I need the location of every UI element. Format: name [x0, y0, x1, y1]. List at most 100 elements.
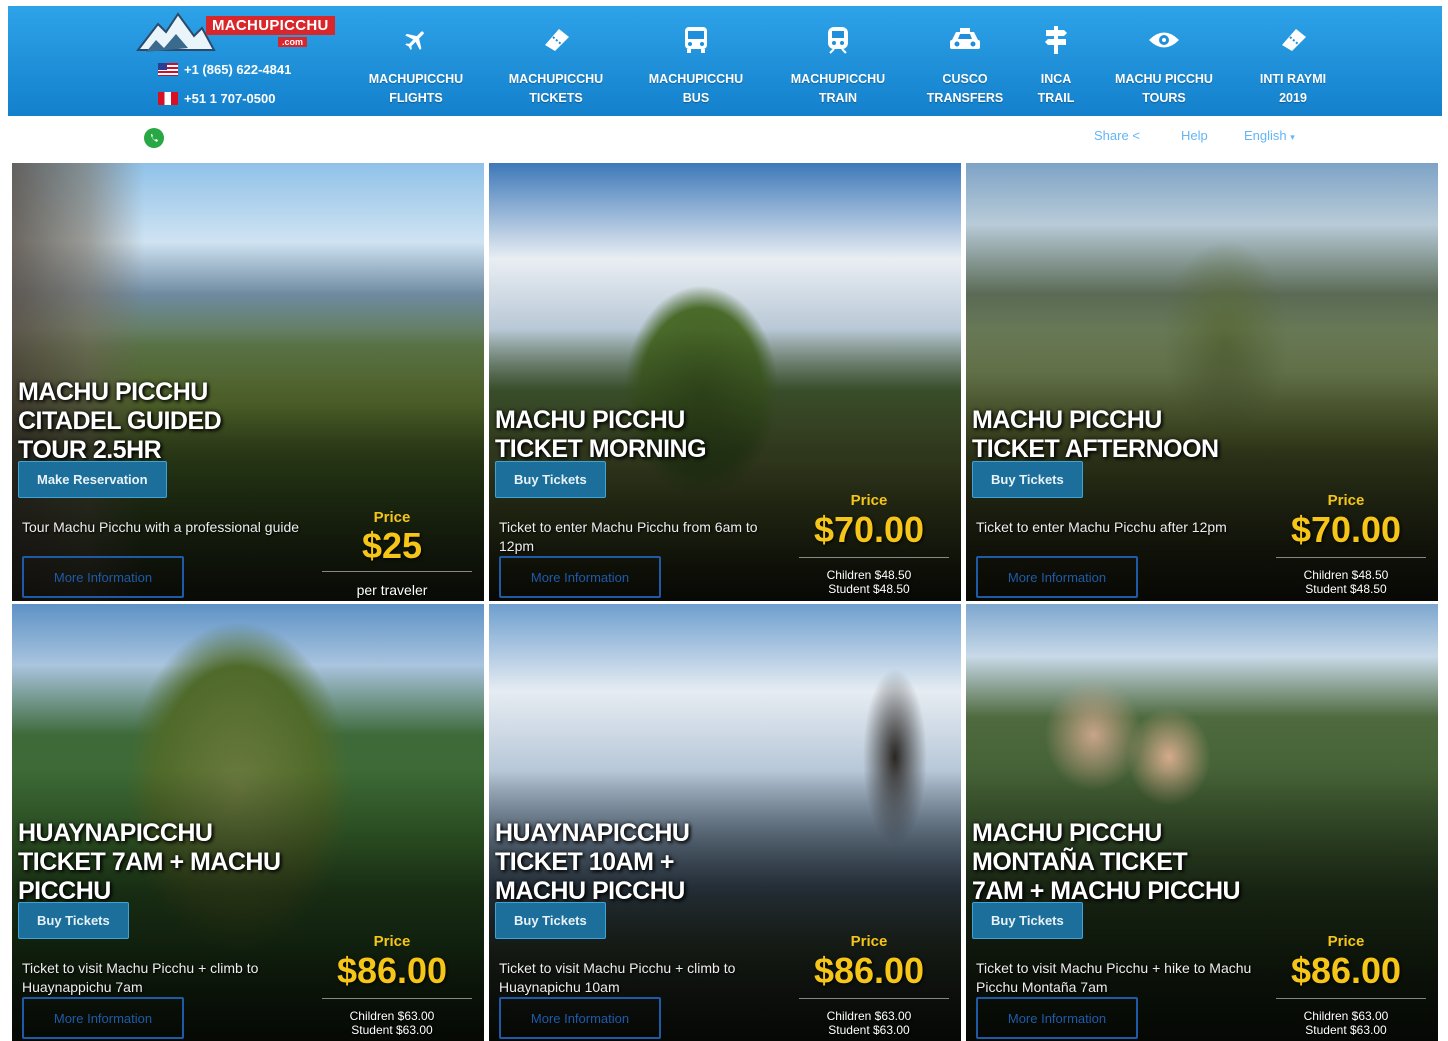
price-value: $86.00: [1290, 950, 1402, 991]
more-information-button[interactable]: More Information: [22, 997, 184, 1039]
price-student: Student $63.00: [1305, 1023, 1387, 1037]
price-divider: [322, 998, 472, 999]
card-title: HUAYNAPICCHU TICKET 7AM + MACHU PICCHU: [18, 819, 281, 905]
car-icon: [948, 26, 982, 54]
nav-label: MACHU PICCHU TOURS: [1115, 72, 1213, 105]
nav-label: MACHUPICCHU TRAIN: [790, 72, 886, 105]
nav-label: MACHUPICCHU BUS: [648, 72, 744, 105]
nav-transfers[interactable]: CUSCO TRANSFERS: [910, 6, 1020, 116]
card-description: Ticket to visit Machu Picchu + hike to M…: [976, 960, 1252, 995]
more-information-button[interactable]: More Information: [22, 556, 184, 598]
price-value: $86.00: [813, 950, 925, 991]
buy-tickets-button[interactable]: Buy Tickets: [972, 902, 1083, 939]
logo-text: MACHUPICCHU: [206, 16, 335, 35]
phone-us[interactable]: +1 (865) 622-4841: [158, 62, 291, 77]
price-label: Price: [850, 933, 888, 950]
card-description: Ticket to visit Machu Picchu + climb to …: [499, 960, 736, 995]
language-dropdown[interactable]: English ▾: [1244, 128, 1295, 143]
product-card: HUAYNAPICCHU TICKET 10AM + MACHU PICCHU …: [489, 604, 961, 1041]
more-information-button[interactable]: More Information: [499, 997, 661, 1039]
nav-tickets[interactable]: MACHUPICCHU TICKETS: [496, 6, 616, 116]
plane-icon: [403, 26, 429, 54]
card-title: MACHU PICCHU TICKET MORNING: [495, 406, 707, 463]
more-information-button[interactable]: More Information: [976, 556, 1138, 598]
mountain-logo-icon: [136, 12, 216, 52]
whatsapp-icon[interactable]: [144, 128, 164, 148]
logo-suffix: .com: [278, 37, 308, 47]
train-icon: [824, 26, 852, 54]
card-description: Ticket to visit Machu Picchu + climb to …: [22, 960, 259, 995]
price-value: $86.00: [336, 950, 448, 991]
card-description: Ticket to enter Machu Picchu from 6am to…: [499, 519, 758, 554]
price-label: Price: [850, 492, 888, 509]
peru-flag-icon: [158, 92, 178, 105]
price-children: Children $48.50: [826, 568, 912, 582]
nav-tours[interactable]: MACHU PICCHU TOURS: [1100, 6, 1228, 116]
caret-down-icon: ▾: [1290, 132, 1295, 142]
price-label: Price: [373, 509, 411, 526]
card-title: MACHU PICCHU CITADEL GUIDED TOUR 2.5HR: [18, 378, 222, 464]
price-children: Children $48.50: [1303, 568, 1389, 582]
phone-pe-number: +51 1 707-0500: [184, 91, 276, 106]
buy-tickets-button[interactable]: Buy Tickets: [495, 461, 606, 498]
price-divider: [1276, 557, 1426, 558]
more-information-button[interactable]: More Information: [499, 556, 661, 598]
nav-label: INTI RAYMI 2019: [1259, 72, 1327, 105]
nav-inti-raymi[interactable]: INTI RAYMI 2019: [1240, 6, 1346, 116]
site-logo[interactable]: MACHUPICCHU .com: [136, 10, 335, 56]
ticket-icon: [541, 26, 571, 54]
price-label: Price: [373, 933, 411, 950]
product-card: MACHU PICCHU CITADEL GUIDED TOUR 2.5HR M…: [12, 163, 484, 601]
card-title: HUAYNAPICCHU TICKET 10AM + MACHU PICCHU: [495, 819, 690, 905]
price-children: Children $63.00: [1303, 1009, 1389, 1023]
bus-icon: [682, 26, 710, 54]
price-divider: [799, 998, 949, 999]
price-label: Price: [1327, 492, 1365, 509]
card-title: MACHU PICCHU MONTAÑA TICKET 7AM + MACHU …: [972, 819, 1241, 905]
card-description: Tour Machu Picchu with a professional gu…: [22, 519, 300, 535]
nav-label: CUSCO TRANSFERS: [926, 72, 1004, 105]
product-card: MACHU PICCHU TICKET MORNING Buy Tickets …: [489, 163, 961, 601]
nav-train[interactable]: MACHUPICCHU TRAIN: [776, 6, 900, 116]
signpost-icon: [1043, 26, 1069, 54]
buy-tickets-button[interactable]: Buy Tickets: [972, 461, 1083, 498]
buy-tickets-button[interactable]: Buy Tickets: [18, 902, 129, 939]
more-information-button[interactable]: More Information: [976, 997, 1138, 1039]
price-divider: [799, 557, 949, 558]
ticket-icon: [1278, 26, 1308, 54]
help-link[interactable]: Help: [1181, 128, 1208, 143]
nav-label: MACHUPICCHU FLIGHTS: [368, 72, 464, 105]
price-value: $70.00: [1290, 509, 1402, 550]
nav-label: INCA TRAIL: [1037, 72, 1075, 105]
price-children: Children $63.00: [349, 1009, 435, 1023]
buy-tickets-button[interactable]: Buy Tickets: [495, 902, 606, 939]
price-divider: [1276, 998, 1426, 999]
nav-label: MACHUPICCHU TICKETS: [508, 72, 604, 105]
price-children: Children $63.00: [826, 1009, 912, 1023]
card-title: MACHU PICCHU TICKET AFTERNOON: [972, 406, 1219, 463]
price-student: Student $48.50: [828, 582, 910, 596]
price-divider: [322, 571, 472, 572]
language-label: English: [1244, 128, 1287, 143]
price-student: Student $63.00: [828, 1023, 910, 1037]
nav-inca-trail[interactable]: INCA TRAIL: [1026, 6, 1086, 116]
price-value: $25: [361, 525, 423, 566]
product-card: HUAYNAPICCHU TICKET 7AM + MACHU PICCHU B…: [12, 604, 484, 1041]
share-label: Share: [1094, 128, 1129, 143]
us-flag-icon: [158, 63, 178, 76]
make-reservation-button[interactable]: Make Reservation: [18, 461, 167, 498]
phone-us-number: +1 (865) 622-4841: [184, 62, 292, 77]
product-card: MACHU PICCHU TICKET AFTERNOON Buy Ticket…: [966, 163, 1438, 601]
phone-pe[interactable]: +51 1 707-0500: [158, 91, 275, 106]
price-student: Student $48.50: [1305, 582, 1387, 596]
price-value: $70.00: [813, 509, 925, 550]
eye-icon: [1148, 26, 1180, 54]
price-label: Price: [1327, 933, 1365, 950]
share-icon: <: [1132, 128, 1140, 143]
price-note: per traveler: [356, 582, 428, 598]
nav-bus[interactable]: MACHUPICCHU BUS: [636, 6, 756, 116]
product-card: MACHU PICCHU MONTAÑA TICKET 7AM + MACHU …: [966, 604, 1438, 1041]
nav-flights[interactable]: MACHUPICCHU FLIGHTS: [356, 6, 476, 116]
share-link[interactable]: Share <: [1094, 128, 1140, 143]
card-description: Ticket to enter Machu Picchu after 12pm: [976, 519, 1227, 535]
